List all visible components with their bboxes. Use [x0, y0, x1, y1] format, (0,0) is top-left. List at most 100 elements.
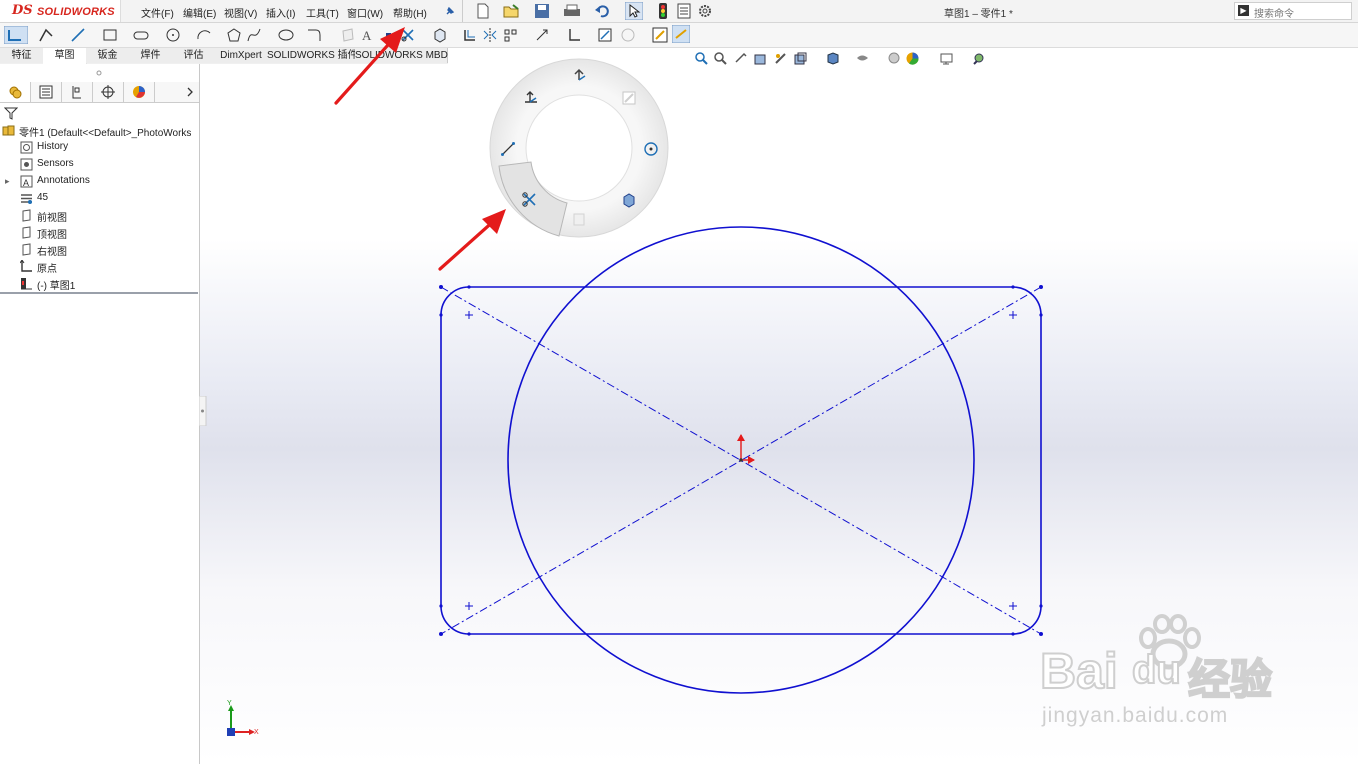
- display-style-icon[interactable]: [826, 52, 839, 65]
- tree-label-sketch1: (-) 草图1: [37, 281, 76, 292]
- section-view-icon[interactable]: [754, 52, 767, 65]
- tree-row-sensors[interactable]: Sensors: [0, 157, 199, 173]
- pin-icon[interactable]: [444, 5, 456, 17]
- fillet-icon[interactable]: [306, 27, 322, 43]
- new-document-icon[interactable]: [476, 3, 490, 19]
- previous-view-icon[interactable]: [734, 52, 747, 65]
- hide-show-items-icon[interactable]: [856, 52, 869, 65]
- tab-evaluate[interactable]: 评估: [172, 48, 216, 63]
- tab-sketch[interactable]: 草图: [43, 48, 87, 64]
- panel-expand-chevron-icon[interactable]: [186, 86, 194, 98]
- radial-convert-entities-icon[interactable]: [623, 193, 635, 208]
- arc-icon[interactable]: [196, 27, 212, 43]
- tree-row-history[interactable]: History: [0, 140, 199, 156]
- radial-edit-sketch-icon[interactable]: [622, 91, 636, 105]
- select-icon[interactable]: [625, 2, 643, 20]
- undo-icon[interactable]: [594, 4, 610, 18]
- sketch-toolbar: A: [0, 23, 1358, 48]
- instant2d-icon[interactable]: [672, 25, 690, 43]
- tree-row-front-plane[interactable]: 前视图: [0, 208, 199, 224]
- watermark-brand: Bai: [1039, 642, 1119, 700]
- ellipse-icon[interactable]: [278, 27, 294, 43]
- menu-bar: DS SOLIDWORKS 文件(F) 编辑(E) 视图(V) 插入(I) 工具…: [0, 0, 1358, 23]
- filter-icon[interactable]: [4, 106, 18, 120]
- file-properties-icon[interactable]: [677, 3, 691, 19]
- tab-features[interactable]: 特征: [0, 48, 44, 63]
- print-icon[interactable]: [563, 4, 581, 18]
- display-relations-icon[interactable]: [566, 27, 582, 43]
- save-icon[interactable]: [534, 3, 550, 19]
- tab-configuration-manager[interactable]: [62, 82, 93, 102]
- tree-row-sketch1[interactable]: (-) 草图1: [0, 276, 199, 292]
- tree-row-origin[interactable]: 原点: [0, 259, 199, 275]
- tab-weldments[interactable]: 焊件: [129, 48, 173, 63]
- move-entities-icon[interactable]: [534, 27, 550, 43]
- origin-icon: [20, 260, 32, 272]
- menu-divider: [462, 0, 463, 22]
- baidu-jingyan-watermark: Bai du 经验 jingyan.baidu.com: [1039, 614, 1340, 740]
- tab-sheet-metal[interactable]: 钣金: [86, 48, 130, 63]
- menu-view[interactable]: 视图(V): [224, 5, 257, 20]
- tree-row-right-plane[interactable]: 右视图: [0, 242, 199, 258]
- realview-graphics-icon[interactable]: [972, 52, 985, 65]
- watermark-suffix: 经验: [1187, 654, 1273, 705]
- tree-row-annotations[interactable]: ▸ A Annotations: [0, 174, 199, 190]
- smart-dimension-icon[interactable]: [38, 27, 54, 43]
- tree-row-part[interactable]: 零件1 (Default<<Default>_PhotoWorks: [0, 123, 199, 139]
- search-commands-input[interactable]: ▶ 搜索命令: [1234, 2, 1352, 20]
- rollback-bar[interactable]: [0, 292, 198, 294]
- tree-row-material[interactable]: 45: [0, 191, 199, 207]
- annotations-icon: A: [20, 175, 33, 188]
- offset-entities-icon[interactable]: [462, 27, 478, 43]
- convert-entities-icon[interactable]: [432, 27, 448, 43]
- tab-dimxpert-manager[interactable]: [93, 82, 124, 102]
- menu-tools[interactable]: 工具(T): [306, 5, 339, 20]
- tab-dimxpert[interactable]: DimXpert: [215, 48, 268, 63]
- menu-file[interactable]: 文件(F): [141, 5, 174, 20]
- tab-property-manager[interactable]: [31, 82, 62, 102]
- linear-pattern-icon[interactable]: [503, 27, 519, 43]
- zoom-to-fit-icon[interactable]: [695, 52, 708, 65]
- exit-sketch-icon[interactable]: [4, 26, 28, 44]
- rectangle-icon[interactable]: [102, 27, 118, 43]
- red-arrow-toolbar: [334, 27, 405, 105]
- apply-scene-icon[interactable]: [906, 52, 919, 65]
- radial-disabled-tool-icon: [573, 213, 585, 226]
- quick-snaps-icon[interactable]: [620, 27, 636, 43]
- menu-help[interactable]: 帮助(H): [393, 5, 427, 20]
- spline-icon[interactable]: [246, 27, 262, 43]
- line-icon[interactable]: [70, 27, 86, 43]
- view-settings-icon[interactable]: [940, 52, 953, 65]
- tree-row-top-plane[interactable]: 顶视图: [0, 225, 199, 241]
- slot-icon[interactable]: [133, 27, 149, 43]
- menu-insert[interactable]: 插入(I): [266, 5, 295, 20]
- tab-feature-manager[interactable]: [0, 82, 31, 102]
- repair-sketch-icon[interactable]: [597, 27, 613, 43]
- history-icon: [20, 141, 33, 154]
- zoom-to-area-icon[interactable]: [714, 52, 727, 65]
- tree-label-part: 零件1 (Default<<Default>_PhotoWorks: [19, 128, 192, 139]
- expand-arrow-icon[interactable]: ▸: [5, 176, 10, 187]
- tree-label-history: History: [37, 141, 69, 152]
- panel-collapse-handle[interactable]: [199, 396, 207, 426]
- mirror-entities-icon[interactable]: [482, 27, 498, 43]
- open-icon[interactable]: [503, 3, 521, 19]
- options-gear-icon[interactable]: [697, 3, 713, 19]
- triad-y-label: Y: [227, 700, 232, 707]
- feature-manager-icon: [9, 86, 22, 99]
- logo-text: SOLIDWORKS: [37, 6, 115, 18]
- search-placeholder: 搜索命令: [1254, 9, 1294, 20]
- menu-edit[interactable]: 编辑(E): [183, 5, 216, 20]
- rapid-sketch-icon[interactable]: [652, 27, 668, 43]
- dynamic-annotation-icon[interactable]: [774, 52, 787, 65]
- sketch-icon: [21, 278, 32, 290]
- tab-display-manager[interactable]: [124, 82, 155, 102]
- circle-icon[interactable]: [165, 27, 181, 43]
- polygon-icon[interactable]: [226, 27, 242, 43]
- solidworks-logo[interactable]: DS SOLIDWORKS: [0, 0, 121, 22]
- menu-window[interactable]: 窗口(W): [347, 5, 383, 20]
- rebuild-icon[interactable]: [658, 3, 668, 19]
- edit-appearance-icon[interactable]: [888, 52, 901, 65]
- view-orientation-icon[interactable]: [794, 52, 807, 65]
- panel-splitter-handle[interactable]: [96, 70, 102, 76]
